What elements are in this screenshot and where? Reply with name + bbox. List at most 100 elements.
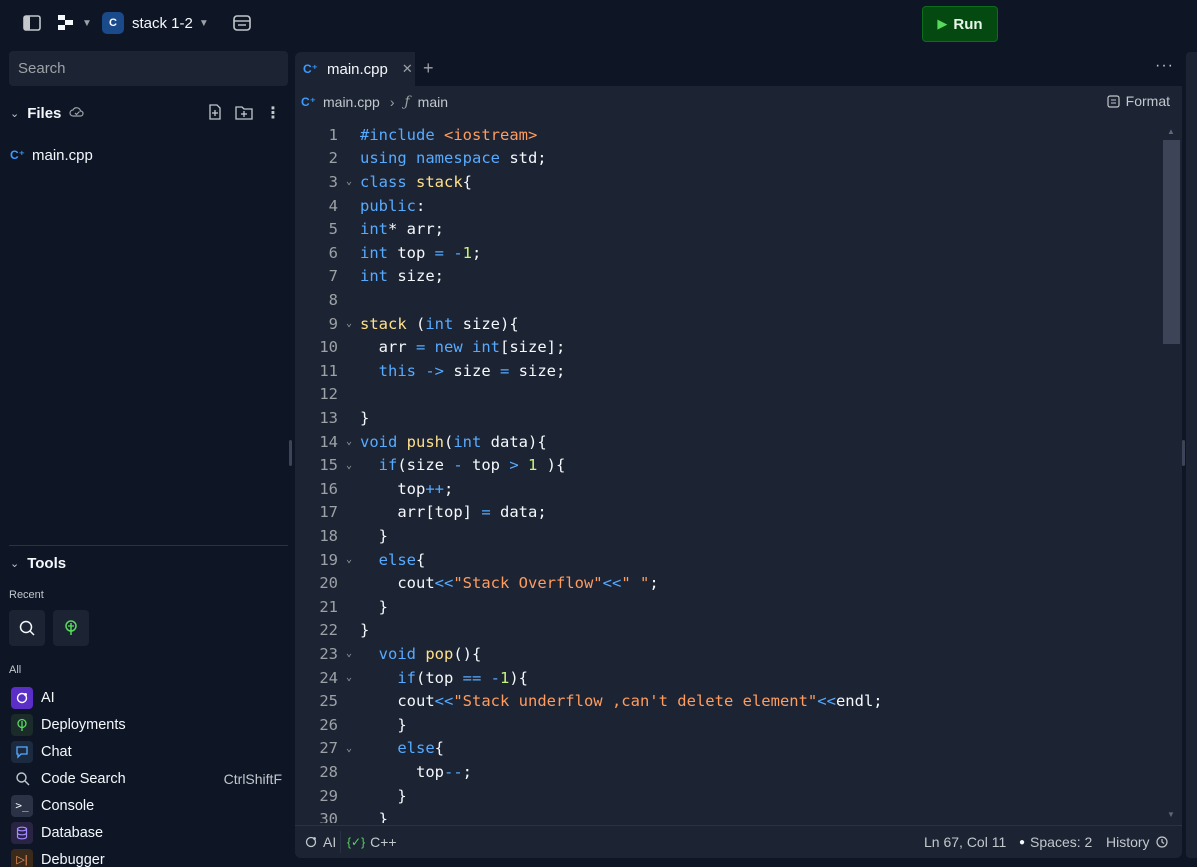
line-number: 4 xyxy=(328,196,338,215)
new-file-button[interactable] xyxy=(207,103,223,123)
code-editor[interactable]: 1 #include <iostream> 2 using namespace std… xyxy=(295,123,1161,823)
function-icon: ƒ xyxy=(404,94,410,110)
scrollbar-thumb[interactable] xyxy=(1163,140,1180,344)
recent-search-button[interactable] xyxy=(9,610,45,646)
code-text: } xyxy=(360,810,388,823)
tools-section-header[interactable]: ⌄ Tools xyxy=(10,555,66,572)
code-line[interactable]: 19 ⌄ else{ xyxy=(295,548,1161,572)
scroll-down-icon[interactable]: ▼ xyxy=(1167,810,1175,819)
fold-chevron-icon[interactable]: ⌄ xyxy=(338,436,360,447)
code-line[interactable]: 25 cout<<"Stack underflow ,can't delete … xyxy=(295,689,1161,713)
tool-item-deployments[interactable]: Deployments xyxy=(11,711,291,738)
breadcrumb-file[interactable]: main.cpp xyxy=(323,94,380,110)
cpp-file-icon: C⁺ xyxy=(10,148,25,162)
code-token: } xyxy=(360,408,370,427)
code-line[interactable]: 24 ⌄ if(top == -1){ xyxy=(295,666,1161,690)
close-tab-icon[interactable]: ✕ xyxy=(402,61,413,77)
code-token: int xyxy=(360,243,398,262)
tab-options-button[interactable]: ··· xyxy=(1155,57,1174,75)
line-number: 10 xyxy=(319,338,338,357)
code-token: ; xyxy=(472,243,482,262)
format-button[interactable]: Format xyxy=(1107,93,1170,109)
sidebar-resize-handle[interactable] xyxy=(289,440,292,466)
tool-item-console[interactable]: >_ Console xyxy=(11,792,291,819)
repl-name-button[interactable]: C stack 1-2 ▼ xyxy=(102,12,209,34)
code-line[interactable]: 10 arr = new int[size]; xyxy=(295,335,1161,359)
code-line[interactable]: 27 ⌄ else{ xyxy=(295,737,1161,761)
code-text: } xyxy=(360,787,406,805)
history-button[interactable]: History xyxy=(1106,834,1169,850)
vertical-scrollbar[interactable]: ▲ ▼ xyxy=(1161,123,1182,823)
code-line[interactable]: 21 } xyxy=(295,595,1161,619)
fold-chevron-icon[interactable]: ⌄ xyxy=(338,672,360,683)
code-line[interactable]: 5 int* arr; xyxy=(295,217,1161,241)
workspace-menu-button[interactable]: ▼ xyxy=(56,13,92,33)
tool-item-database[interactable]: Database xyxy=(11,819,291,846)
fold-chevron-icon[interactable]: ⌄ xyxy=(338,743,360,754)
code-token: size; xyxy=(518,361,566,380)
add-tab-button[interactable]: + xyxy=(423,58,434,79)
code-line[interactable]: 22} xyxy=(295,619,1161,643)
code-line[interactable]: 16 top++; xyxy=(295,477,1161,501)
code-line[interactable]: 2 using namespace std; xyxy=(295,147,1161,171)
code-line[interactable]: 3 ⌄ class stack{ xyxy=(295,170,1161,194)
file-tree-item[interactable]: C⁺ main.cpp xyxy=(10,144,285,166)
code-token: ; xyxy=(462,762,473,781)
code-line[interactable]: 29 } xyxy=(295,784,1161,808)
code-line[interactable]: 6 int top = -1; xyxy=(295,241,1161,265)
code-text: } xyxy=(360,716,406,734)
search-input[interactable]: Search xyxy=(9,51,288,86)
code-line[interactable]: 7 int size; xyxy=(295,265,1161,289)
tool-item-debugger[interactable]: ▷| Debugger xyxy=(11,846,291,867)
tool-item-ai[interactable]: AI xyxy=(11,684,291,711)
files-section-header[interactable]: ⌄ Files ⋮ xyxy=(10,100,285,126)
scroll-up-icon[interactable]: ▲ xyxy=(1167,127,1175,136)
code-token: int xyxy=(360,220,388,239)
line-number: 29 xyxy=(319,786,338,805)
code-text: int size; xyxy=(360,267,444,285)
sidebar-toggle-button[interactable] xyxy=(21,12,43,34)
ai-status-button[interactable]: AI xyxy=(304,834,336,850)
code-line[interactable]: 12 xyxy=(295,383,1161,407)
breadcrumb: C⁺ main.cpp › ƒ main xyxy=(295,86,1182,118)
breadcrumb-symbol[interactable]: main xyxy=(418,94,448,110)
code-line[interactable]: 1 #include <iostream> xyxy=(295,123,1161,147)
recent-deployments-button[interactable] xyxy=(53,610,89,646)
fold-chevron-icon[interactable]: ⌄ xyxy=(338,460,360,471)
search-icon xyxy=(19,620,35,636)
editor-resize-handle[interactable] xyxy=(1182,440,1185,466)
indentation-button[interactable]: ● Spaces: 2 xyxy=(1019,834,1092,850)
fold-chevron-icon[interactable]: ⌄ xyxy=(338,554,360,565)
code-line[interactable]: 18 } xyxy=(295,524,1161,548)
tool-item-code-search[interactable]: Code Search CtrlShiftF xyxy=(11,765,291,792)
code-token: ( xyxy=(444,432,454,451)
code-line[interactable]: 9 ⌄ stack (int size){ xyxy=(295,312,1161,336)
fold-chevron-icon[interactable]: ⌄ xyxy=(338,648,360,659)
code-line[interactable]: 15 ⌄ if(size - top > 1 ){ xyxy=(295,453,1161,477)
new-folder-button[interactable] xyxy=(235,104,253,123)
code-line[interactable]: 26 } xyxy=(295,713,1161,737)
tool-item-chat[interactable]: Chat xyxy=(11,738,291,765)
code-line[interactable]: 14 ⌄ void push(int data){ xyxy=(295,430,1161,454)
files-more-button[interactable]: ⋮ xyxy=(265,103,281,123)
code-line[interactable]: 30 } xyxy=(295,807,1161,823)
code-token: } xyxy=(360,810,388,823)
code-line[interactable]: 11 this -> size = size; xyxy=(295,359,1161,383)
code-line[interactable]: 23 ⌄ void pop(){ xyxy=(295,642,1161,666)
tools-label: Tools xyxy=(27,555,67,572)
run-button[interactable]: ▶ Run xyxy=(922,6,998,42)
code-line[interactable]: 28 top--; xyxy=(295,760,1161,784)
code-line[interactable]: 4 public: xyxy=(295,194,1161,218)
code-token: ){ xyxy=(509,668,529,687)
code-line[interactable]: 17 arr[top] = data; xyxy=(295,501,1161,525)
code-line[interactable]: 8 xyxy=(295,288,1161,312)
fold-chevron-icon[interactable]: ⌄ xyxy=(338,176,360,187)
code-line[interactable]: 13} xyxy=(295,406,1161,430)
repl-name: stack 1-2 xyxy=(132,14,193,32)
language-status-button[interactable]: {✓} C++ xyxy=(347,834,397,850)
panel-layout-button[interactable] xyxy=(232,13,252,33)
fold-chevron-icon[interactable]: ⌄ xyxy=(338,318,360,329)
tab-main-cpp[interactable]: C⁺ main.cpp ✕ xyxy=(295,52,415,86)
cursor-position[interactable]: Ln 67, Col 11 xyxy=(924,834,1006,850)
code-line[interactable]: 20 cout<<"Stack Overflow"<<" "; xyxy=(295,571,1161,595)
